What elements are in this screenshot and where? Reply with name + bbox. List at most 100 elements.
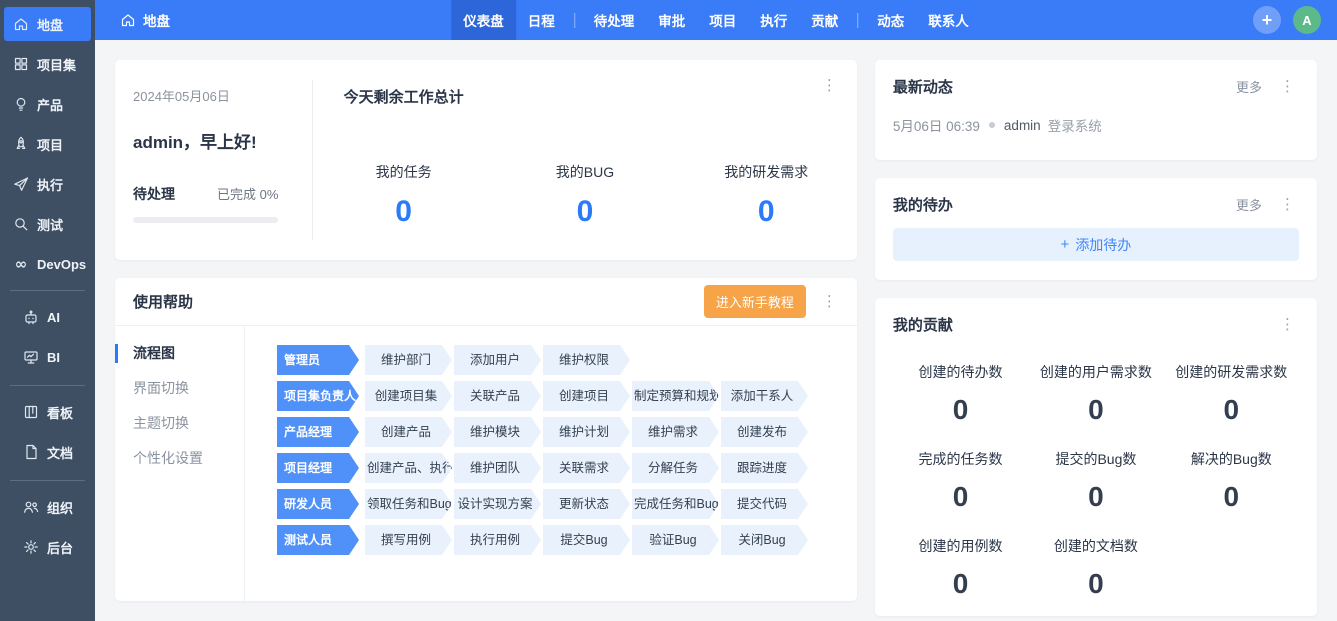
sidebar-item[interactable]: 产品	[0, 84, 95, 124]
workflow-steps: 领取任务和Bug设计实现方案更新状态完成任务和Bug提交代码	[365, 489, 810, 519]
avatar-initial: A	[1302, 13, 1311, 28]
main-content: 2024年05月06日 admin，早上好! 待处理 已完成 0% 今天剩余工作…	[95, 40, 1337, 621]
role-chip: 管理员	[277, 345, 359, 375]
sidebar: 地盘 项目集 产品 项目 执行 测试	[0, 0, 95, 621]
step-chip: 分解任务	[632, 453, 719, 483]
contribution-stat: 提交的Bug数 0	[1028, 449, 1163, 513]
card-menu-icon[interactable]: ⋮	[1276, 195, 1299, 214]
stat-label: 创建的用户需求数	[1028, 362, 1163, 382]
sidebar-item[interactable]: AI	[10, 297, 85, 337]
nav-item[interactable]: 项目	[697, 0, 748, 40]
my-contribution-card: 我的贡献 ⋮ 创建的待办数 0 创建的用户需求数 0 创建的研发需求数 0 完成…	[875, 298, 1317, 616]
contribution-header: 我的贡献 ⋮	[893, 314, 1299, 335]
create-button[interactable]: +	[1253, 6, 1281, 34]
top-navigation: 仪表盘日程 待处理审批项目执行贡献 动态联系人	[451, 0, 981, 40]
sidebar-item-label: 看板	[47, 403, 73, 422]
sidebar-item[interactable]: 后台	[10, 527, 85, 567]
add-todo-button[interactable]: + 添加待办	[893, 228, 1299, 261]
product-bulb-icon	[13, 96, 29, 112]
stat-value: 0	[1028, 568, 1163, 600]
contribution-stat: 创建的研发需求数 0	[1164, 362, 1299, 426]
sidebar-item[interactable]: 文档	[10, 432, 85, 472]
topbar-home-label: 地盘	[143, 10, 170, 30]
stat-label: 创建的用例数	[893, 536, 1028, 556]
step-chip: 领取任务和Bug	[365, 489, 452, 519]
home-icon	[120, 12, 136, 28]
sidebar-item[interactable]: 项目	[0, 124, 95, 164]
nav-item[interactable]: 执行	[748, 0, 799, 40]
bi-monitor-icon	[23, 349, 39, 365]
sidebar-item[interactable]: 项目集	[0, 44, 95, 84]
step-chip: 维护权限	[543, 345, 630, 375]
sidebar-item-label: 执行	[37, 175, 63, 194]
step-chip: 维护团队	[454, 453, 541, 483]
card-menu-icon[interactable]: ⋮	[1276, 315, 1299, 334]
nav-item[interactable]: 贡献	[799, 0, 850, 40]
step-chip: 撰写用例	[365, 525, 452, 555]
todo-header: 我的待办 更多 ⋮	[893, 194, 1299, 215]
sidebar-sections: 地盘 项目集 产品 项目 执行 测试	[0, 0, 95, 573]
nav-item[interactable]: 联系人	[916, 0, 981, 40]
step-chip: 创建产品	[365, 417, 452, 447]
step-chip: 关闭Bug	[721, 525, 808, 555]
workflow-row: 项目经理 创建产品、执行维护团队关联需求分解任务跟踪进度	[277, 453, 839, 483]
stat-label: 我的任务	[313, 162, 494, 182]
sidebar-item[interactable]: 地盘	[0, 4, 95, 44]
step-chip: 创建项目	[543, 381, 630, 411]
workflow-diagram: 管理员 维护部门添加用户维护权限 项目集负责人 创建项目集关联产品创建项目制定预…	[245, 326, 857, 601]
help-body: 流程图界面切换主题切换个性化设置 管理员 维护部门添加用户维护权限 项目集负责人	[115, 326, 857, 601]
contribution-stat: 解决的Bug数 0	[1164, 449, 1299, 513]
sidebar-section: 看板 文档	[10, 385, 85, 478]
ai-robot-icon	[23, 309, 39, 325]
contribution-stat: 创建的文档数 0	[1028, 536, 1163, 600]
step-chip: 创建产品、执行	[365, 453, 452, 483]
news-list: 5月06日 06:39 admin 登录系统	[893, 115, 1299, 135]
sidebar-item[interactable]: 执行	[0, 164, 95, 204]
role-chip: 研发人员	[277, 489, 359, 519]
done-percent-label: 已完成 0%	[217, 184, 278, 203]
step-chip: 关联产品	[454, 381, 541, 411]
step-chip: 添加用户	[454, 345, 541, 375]
step-chip: 设计实现方案	[454, 489, 541, 519]
contribution-stat: 创建的用例数 0	[893, 536, 1028, 600]
sidebar-item[interactable]: 看板	[10, 392, 85, 432]
workflow-row: 项目集负责人 创建项目集关联产品创建项目制定预算和规划添加干系人	[277, 381, 839, 411]
greeting-card: 2024年05月06日 admin，早上好! 待处理 已完成 0% 今天剩余工作…	[115, 60, 857, 260]
nav-item[interactable]: 审批	[646, 0, 697, 40]
help-tabs: 流程图界面切换主题切换个性化设置	[115, 326, 245, 601]
topbar-home[interactable]: 地盘	[95, 0, 186, 40]
avatar[interactable]: A	[1293, 6, 1321, 34]
sidebar-item[interactable]: BI	[10, 337, 85, 377]
news-title: 最新动态	[893, 76, 953, 97]
step-chip: 维护需求	[632, 417, 719, 447]
summary-title: 今天剩余工作总计	[313, 86, 494, 138]
nav-item[interactable]: 日程	[516, 0, 567, 40]
nav-item[interactable]: 仪表盘	[451, 0, 516, 40]
news-more-link[interactable]: 更多	[1236, 77, 1262, 96]
sidebar-item-label: AI	[47, 310, 60, 325]
news-actor: admin	[1004, 118, 1041, 133]
help-tab[interactable]: 个性化设置	[115, 441, 244, 476]
news-time: 5月06日 06:39	[893, 115, 980, 135]
my-todo-card: 我的待办 更多 ⋮ + 添加待办	[875, 178, 1317, 280]
help-tab[interactable]: 流程图	[115, 336, 244, 371]
card-menu-icon[interactable]: ⋮	[1276, 77, 1299, 96]
sidebar-item-label: 测试	[37, 215, 63, 234]
help-tab[interactable]: 界面切换	[115, 371, 244, 406]
plus-icon: +	[1061, 236, 1070, 253]
left-column: 2024年05月06日 admin，早上好! 待处理 已完成 0% 今天剩余工作…	[115, 60, 857, 601]
sidebar-item[interactable]: 测试	[0, 204, 95, 244]
doc-page-icon	[23, 444, 39, 460]
summary-stat: 我的任务 0	[313, 162, 494, 260]
todo-more-link[interactable]: 更多	[1236, 195, 1262, 214]
sidebar-item[interactable]: ∞ DevOps	[0, 244, 95, 284]
card-menu-icon[interactable]: ⋮	[818, 292, 841, 311]
stat-label: 创建的待办数	[893, 362, 1028, 382]
nav-item[interactable]: 动态	[865, 0, 916, 40]
card-menu-icon[interactable]: ⋮	[818, 76, 841, 95]
nav-item[interactable]: 待处理	[582, 0, 647, 40]
sidebar-item[interactable]: 组织	[10, 487, 85, 527]
help-tab[interactable]: 主题切换	[115, 406, 244, 441]
tutorial-button[interactable]: 进入新手教程	[704, 285, 806, 318]
topbar: 地盘 仪表盘日程 待处理审批项目执行贡献 动态联系人 + A	[95, 0, 1337, 40]
